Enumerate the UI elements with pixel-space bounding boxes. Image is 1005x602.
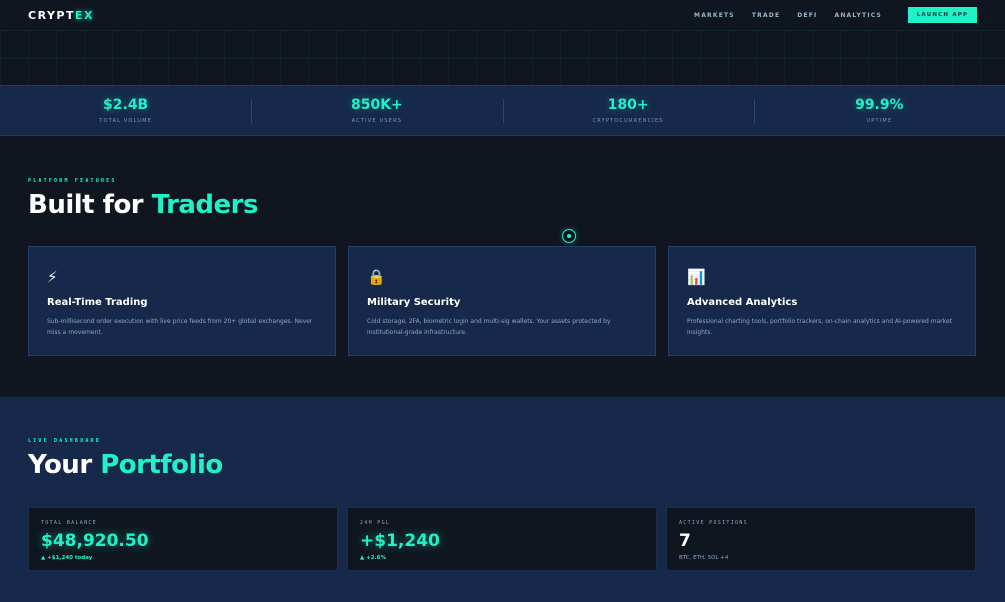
feature-card-description: Sub-millisecond order execution with liv… xyxy=(47,318,313,336)
stat-active-users: 850K+ ACTIVE USERS xyxy=(251,86,502,135)
portfolio-card-value: +$1,240 xyxy=(360,531,440,551)
stat-total-volume: $2.4B TOTAL VOLUME xyxy=(0,86,251,135)
portfolio-card-value: 7 xyxy=(679,531,691,551)
portfolio-card-total-balance: TOTAL BALANCE $48,920.50 ▲ +$1,240 today xyxy=(28,507,338,571)
stat-label: CRYPTOCURRENCIES xyxy=(592,118,664,124)
brand-logo[interactable]: CRYPTEX xyxy=(28,9,94,22)
pulse-indicator-icon xyxy=(562,229,576,243)
stat-label: ACTIVE USERS xyxy=(351,118,403,124)
feature-card-title: Advanced Analytics xyxy=(687,297,798,308)
portfolio-card-value: $48,920.50 xyxy=(41,531,149,551)
feature-card-realtime-trading[interactable]: ⚡ Real-Time Trading Sub-millisecond orde… xyxy=(28,246,336,356)
nav-link-analytics[interactable]: ANALYTICS xyxy=(834,12,882,19)
portfolio-card-label: TOTAL BALANCE xyxy=(41,520,98,526)
chart-icon: 📊 xyxy=(687,268,706,286)
nav-link-trade[interactable]: TRADE xyxy=(752,12,780,19)
logo-main-text: CRYPT xyxy=(28,8,75,22)
portfolio-card-sub: ▲ +2.6% xyxy=(360,555,387,561)
logo-accent-text: EX xyxy=(74,8,94,22)
portfolio-title-accent: Portfolio xyxy=(100,450,223,480)
portfolio-title: Your Portfolio xyxy=(28,450,223,480)
stat-value: 99.9% xyxy=(855,97,904,113)
lightning-icon: ⚡ xyxy=(47,268,58,286)
feature-card-military-security[interactable]: 🔒 Military Security Cold storage, 2FA, b… xyxy=(348,246,656,356)
portfolio-card-label: ACTIVE POSITIONS xyxy=(679,520,748,526)
feature-card-description: Professional charting tools, portfolio t… xyxy=(687,318,953,336)
features-eyebrow: PLATFORM FEATURES xyxy=(28,178,117,184)
top-navbar: CRYPTEX MARKETS TRADE DEFI ANALYTICS LAU… xyxy=(0,0,1005,30)
nav-link-defi[interactable]: DEFI xyxy=(797,12,817,19)
lock-icon: 🔒 xyxy=(367,268,386,286)
portfolio-card-sub: ▲ +$1,240 today xyxy=(41,555,93,561)
stat-label: UPTIME xyxy=(866,118,893,124)
portfolio-card-active-positions: ACTIVE POSITIONS 7 BTC, ETH, SOL +4 xyxy=(666,507,976,571)
features-title-main: Built for xyxy=(28,190,152,220)
features-title-accent: Traders xyxy=(151,190,259,220)
nav-links: MARKETS TRADE DEFI ANALYTICS LAUNCH APP xyxy=(677,7,977,23)
stats-bar: $2.4B TOTAL VOLUME 850K+ ACTIVE USERS 18… xyxy=(0,85,1005,136)
features-section: PLATFORM FEATURES Built for Traders ⚡ Re… xyxy=(0,136,1005,397)
portfolio-card-24h-pnl: 24H P&L +$1,240 ▲ +2.6% xyxy=(347,507,657,571)
feature-card-advanced-analytics[interactable]: 📊 Advanced Analytics Professional charti… xyxy=(668,246,976,356)
portfolio-eyebrow: LIVE DASHBOARD xyxy=(28,438,101,444)
portfolio-card-label: 24H P&L xyxy=(360,520,391,526)
hero-grid-background xyxy=(0,30,1005,85)
stat-value: 850K+ xyxy=(350,97,403,113)
stat-value: 180+ xyxy=(607,97,649,113)
stat-uptime: 99.9% UPTIME xyxy=(753,86,1005,135)
feature-card-title: Real-Time Trading xyxy=(47,297,148,308)
stat-label: TOTAL VOLUME xyxy=(99,118,153,124)
stat-value: $2.4B xyxy=(103,97,149,113)
portfolio-title-main: Your xyxy=(28,450,101,480)
portfolio-card-sub: BTC, ETH, SOL +4 xyxy=(679,555,729,561)
stat-cryptocurrencies: 180+ CRYPTOCURRENCIES xyxy=(502,86,754,135)
feature-card-description: Cold storage, 2FA, biometric login and m… xyxy=(367,318,611,336)
feature-card-title: Military Security xyxy=(367,297,461,308)
nav-link-markets[interactable]: MARKETS xyxy=(694,12,735,19)
features-title: Built for Traders xyxy=(28,190,258,220)
portfolio-section: LIVE DASHBOARD Your Portfolio TOTAL BALA… xyxy=(0,397,1005,602)
launch-app-button[interactable]: LAUNCH APP xyxy=(908,7,977,23)
